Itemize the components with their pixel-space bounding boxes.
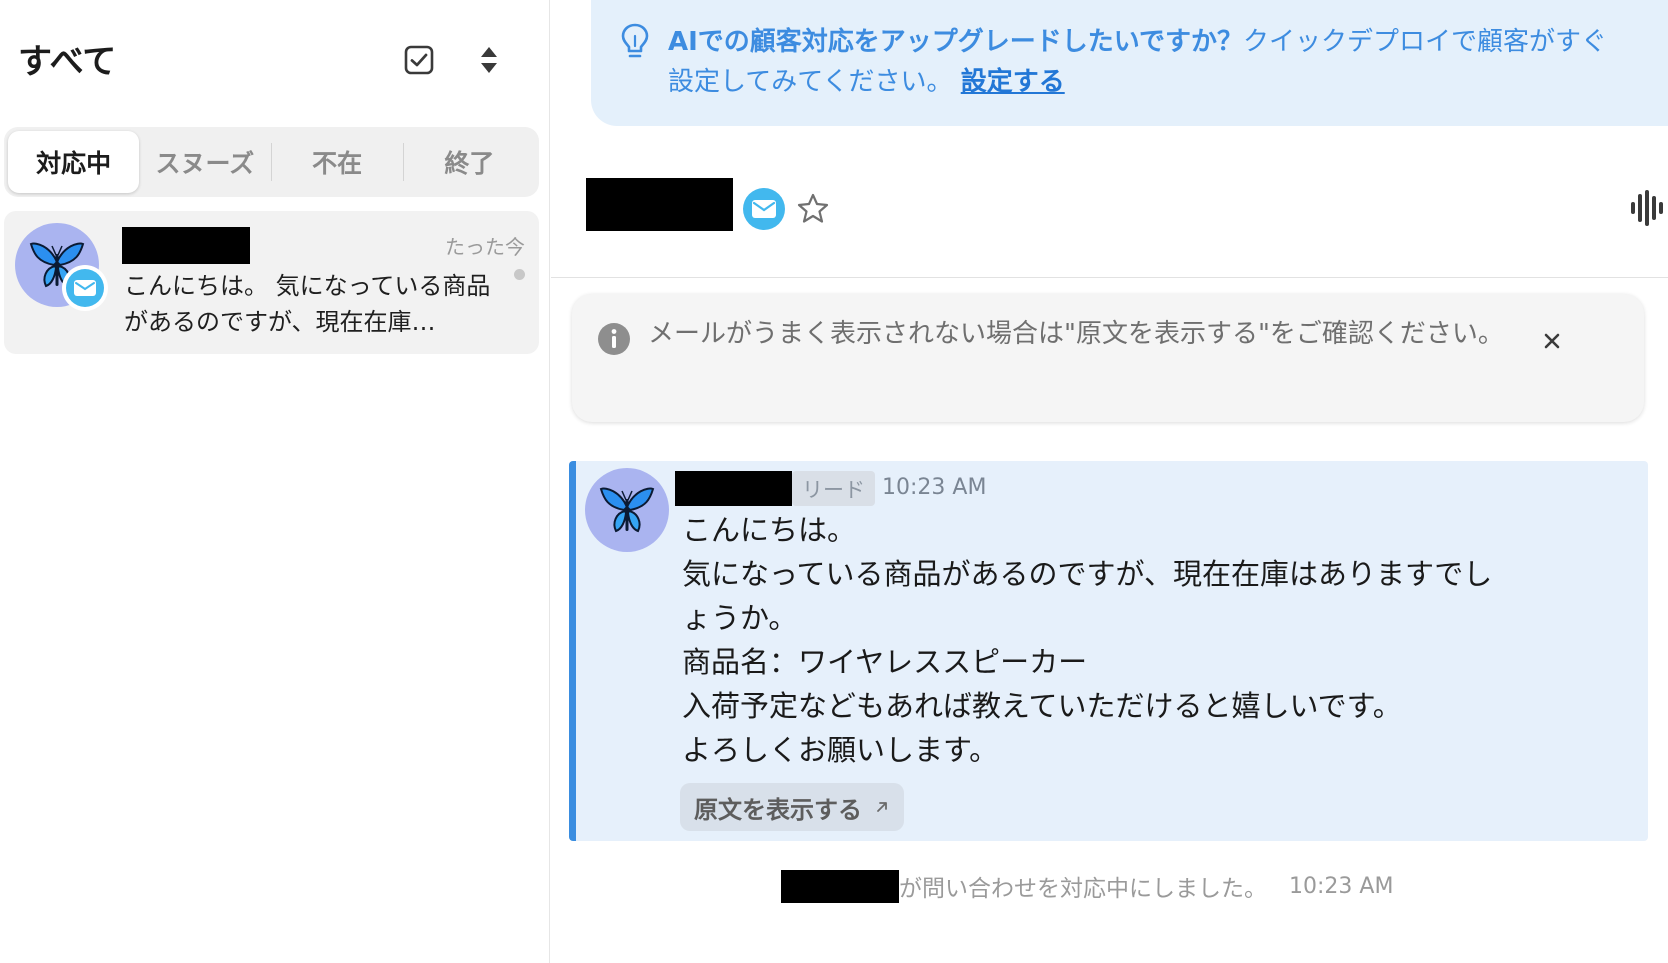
mail-channel-badge	[743, 188, 785, 230]
message-body: こんにちは。 気になっている商品があるのですが、現在在庫はありますでし ょうか。…	[682, 508, 1602, 772]
notice-text: メールがうまく表示されない場合は"原文を表示する"をご確認ください。	[648, 319, 1504, 349]
close-icon[interactable]	[1537, 326, 1567, 356]
mail-icon	[74, 280, 96, 296]
customer-message: リード 10:23 AM こんにちは。 気になっている商品があるのですが、現在在…	[569, 461, 1648, 841]
ai-upgrade-banner: AIでの顧客対応をアップグレードしたいですか？クイックデプロイで顧客がすぐ 設定…	[591, 0, 1668, 126]
event-text: が問い合わせを対応中にしました。	[899, 876, 1267, 902]
conversation-header	[551, 170, 1668, 278]
message-line: ょうか。	[682, 601, 798, 635]
star-icon[interactable]	[795, 191, 831, 227]
redacted-customer-name	[122, 227, 250, 264]
mail-icon	[752, 200, 776, 218]
banner-line1: クイックデプロイで顧客がすぐ	[1243, 27, 1608, 57]
checkbox-icon	[404, 45, 434, 75]
lightbulb-icon	[621, 23, 649, 58]
activity-event: が問い合わせを対応中にしました。 10:23 AM	[781, 868, 1393, 904]
info-icon	[598, 323, 630, 355]
banner-headline: AIでの顧客対応をアップグレードしたいですか？	[668, 27, 1244, 57]
mail-channel-badge	[62, 265, 108, 311]
conversation-list-item[interactable]: たった今 こんにちは。 気になっている商品があるのですが、現在在庫…	[4, 211, 539, 354]
select-mode-button[interactable]	[399, 40, 439, 80]
tab-open[interactable]: 対応中	[8, 131, 140, 193]
butterfly-icon	[599, 487, 655, 533]
redacted-sender-name	[675, 471, 792, 506]
status-tabs: 対応中 スヌーズ 不在 終了	[4, 127, 539, 197]
banner-message: AIでの顧客対応をアップグレードしたいですか？クイックデプロイで顧客がすぐ 設定…	[668, 22, 1668, 102]
waveform-icon[interactable]	[1627, 186, 1667, 230]
message-line: 入荷予定などもあれば教えていただけると嬉しいです。	[682, 689, 1402, 723]
conversation-sidebar: すべて 対応中 スヌーズ 不在 終了 たった今 こんにちは。 気になっている商品…	[0, 0, 550, 963]
conversation-preview: こんにちは。 気になっている商品があるのですが、現在在庫…	[124, 272, 491, 336]
conversation-time: たった今	[445, 235, 525, 259]
close-icon-glyph	[1544, 333, 1560, 349]
message-time: 10:23 AM	[882, 475, 987, 500]
app-window: すべて 対応中 スヌーズ 不在 終了 たった今 こんにちは。 気になっている商品…	[0, 0, 1668, 963]
sidebar-title: すべて	[18, 42, 117, 82]
view-original-label: 原文を表示する	[694, 795, 862, 824]
event-time: 10:23 AM	[1289, 873, 1394, 899]
tab-closed[interactable]: 終了	[404, 131, 535, 193]
external-arrow-icon	[877, 802, 887, 812]
redacted-customer-name	[586, 178, 733, 231]
redacted-agent-name	[781, 869, 899, 903]
conversation-panel: AIでの顧客対応をアップグレードしたいですか？クイックデプロイで顧客がすぐ 設定…	[551, 0, 1668, 963]
tab-away[interactable]: 不在	[272, 131, 403, 193]
sort-button[interactable]	[469, 40, 509, 80]
unread-indicator	[514, 269, 525, 280]
message-line: 気になっている商品があるのですが、現在在庫はありますでし	[682, 557, 1493, 591]
lead-badge: リード	[792, 471, 875, 506]
message-line: よろしくお願いします。	[682, 733, 999, 767]
display-notice: メールがうまく表示されない場合は"原文を表示する"をご確認ください。	[572, 294, 1644, 422]
avatar	[585, 468, 669, 552]
tab-snoozed[interactable]: スヌーズ	[139, 131, 270, 193]
message-line: こんにちは。	[682, 513, 857, 547]
banner-line2: 設定してみてください。	[668, 67, 953, 97]
sort-icon	[481, 47, 497, 73]
view-original-button[interactable]: 原文を表示する	[680, 783, 904, 831]
sidebar-header: すべて	[18, 30, 518, 86]
message-line: 商品名：ワイヤレススピーカー	[682, 645, 1088, 679]
setup-link[interactable]: 設定する	[961, 67, 1065, 97]
